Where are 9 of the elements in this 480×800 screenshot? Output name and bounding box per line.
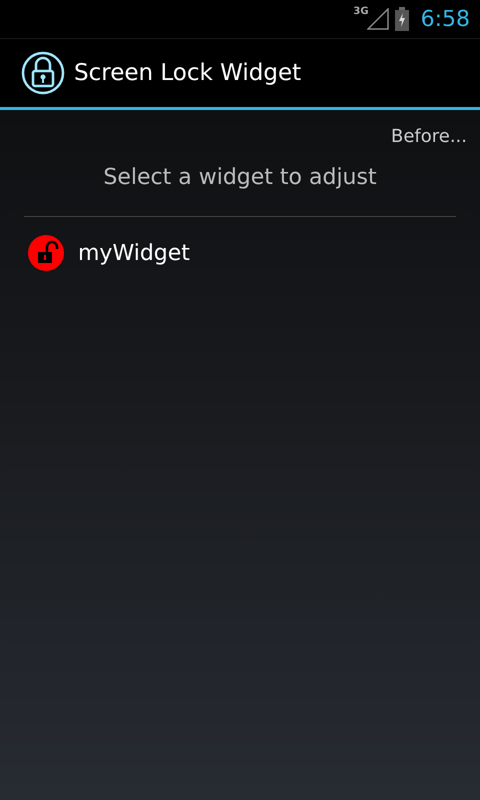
battery-charging-icon [394, 7, 409, 31]
clock: 6:58 [420, 6, 470, 32]
app-title: Screen Lock Widget [74, 60, 302, 86]
before-link[interactable]: Before... [390, 126, 467, 147]
network-type: 3G [353, 6, 369, 17]
prompt-text: Select a widget to adjust [24, 165, 456, 217]
widget-name[interactable]: myWidget [78, 240, 190, 266]
signal-icon [366, 8, 389, 30]
padlock-icon [20, 50, 66, 96]
